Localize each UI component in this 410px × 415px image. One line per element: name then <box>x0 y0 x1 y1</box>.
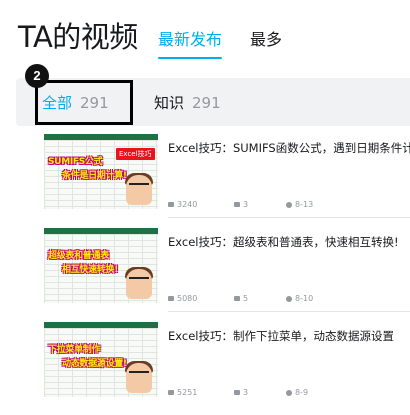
video-title[interactable]: Excel技巧：SUMIFS函数公式，遇到日期条件计算1 <box>168 140 410 156</box>
video-title[interactable]: Excel技巧：制作下拉菜单，动态数据源设置 <box>168 328 410 344</box>
view-count-value: 5080 <box>177 294 198 303</box>
publish-date-value: 8-13 <box>295 200 314 209</box>
cartoon-avatar-icon <box>126 175 152 205</box>
cartoon-avatar-icon <box>126 269 152 299</box>
video-item[interactable]: 下拉菜单制作 动态数据源设置! Excel技巧：制作下拉菜单，动态数据源设置 5… <box>44 322 410 406</box>
play-icon <box>168 390 174 395</box>
video-item[interactable]: 超级表和普通表 相互快速转换! Excel技巧：超级表和普通表，快速相互转换! … <box>44 228 410 312</box>
chip-count: 291 <box>192 94 221 112</box>
video-thumbnail[interactable]: 下拉菜单制作 动态数据源设置! <box>44 322 158 397</box>
comment-icon <box>234 296 240 301</box>
divider <box>168 311 410 312</box>
space-header: TA的视频 最新发布 最多 <box>0 0 410 70</box>
divider <box>168 217 410 218</box>
thumbnail-caption: SUMIFS公式 <box>48 157 103 167</box>
publish-date: 8-13 <box>286 200 313 209</box>
view-count: 5080 <box>168 294 197 303</box>
filter-chip-knowledge[interactable]: 知识 291 <box>154 92 221 113</box>
comment-icon <box>234 390 240 395</box>
publish-date-value: 8-9 <box>295 388 309 397</box>
clock-icon <box>286 389 292 396</box>
clock-icon <box>286 295 292 302</box>
publish-date: 8-10 <box>286 294 313 303</box>
excel-ribbon <box>44 322 158 328</box>
thumbnail-caption: 下拉菜单制作 <box>48 345 101 355</box>
comment-count: 3 <box>234 388 248 397</box>
play-icon <box>168 202 174 207</box>
comment-icon <box>234 202 240 207</box>
comment-count: 3 <box>234 200 248 209</box>
thumbnail-tag: Excel技巧 <box>116 148 155 160</box>
video-thumbnail[interactable]: 超级表和普通表 相互快速转换! <box>44 228 158 303</box>
video-item[interactable]: Excel技巧 SUMIFS公式 条件是日期计算! Excel技巧：SUMIFS… <box>44 134 410 218</box>
tab-latest[interactable]: 最新发布 <box>158 26 223 59</box>
annotation-highlight-box <box>35 80 133 125</box>
play-icon <box>168 296 174 301</box>
publish-date-value: 8-10 <box>295 294 314 303</box>
comment-count: 5 <box>234 294 248 303</box>
glasses-icon <box>129 183 149 190</box>
excel-ribbon <box>44 134 158 140</box>
video-title[interactable]: Excel技巧：超级表和普通表，快速相互转换! <box>168 234 410 250</box>
publish-date: 8-9 <box>286 388 308 397</box>
comment-count-value: 5 <box>243 294 249 303</box>
chip-label: 知识 <box>154 94 185 112</box>
clock-icon <box>286 201 292 208</box>
glasses-icon <box>129 277 149 284</box>
view-count: 3240 <box>168 200 197 209</box>
thumbnail-caption: 超级表和普通表 <box>48 251 109 261</box>
view-count-value: 5251 <box>177 388 198 397</box>
thumbnail-caption: 条件是日期计算! <box>62 171 127 181</box>
excel-ribbon <box>44 228 158 234</box>
thumbnail-caption: 相互快速转换! <box>62 265 119 275</box>
view-count: 5251 <box>168 388 197 397</box>
cartoon-avatar-icon <box>126 363 152 393</box>
comment-count-value: 3 <box>243 388 249 397</box>
comment-count-value: 3 <box>243 200 249 209</box>
tab-most[interactable]: 最多 <box>250 26 282 50</box>
glasses-icon <box>129 371 149 378</box>
view-count-value: 3240 <box>177 200 198 209</box>
annotation-number-badge: 2 <box>25 64 49 88</box>
section-title: TA的视频 <box>18 20 138 54</box>
video-thumbnail[interactable]: Excel技巧 SUMIFS公式 条件是日期计算! <box>44 134 158 209</box>
thumbnail-caption: 动态数据源设置! <box>62 359 127 369</box>
